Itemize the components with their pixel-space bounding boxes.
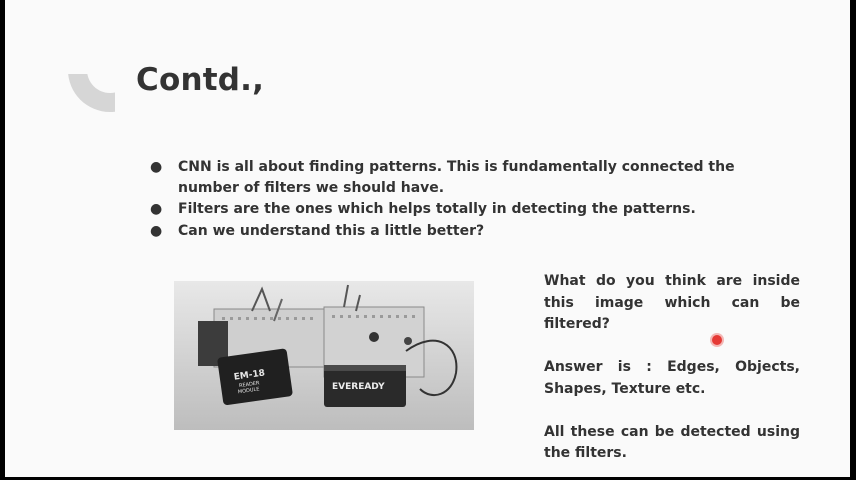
- bullet-item: ● CNN is all about finding patterns. Thi…: [150, 157, 778, 198]
- question-text: What do you think are inside this image …: [544, 273, 800, 332]
- bullet-text: CNN is all about finding patterns. This …: [178, 159, 735, 196]
- bullet-item: ● Can we understand this a little better…: [150, 221, 778, 242]
- bullet-dot-icon: ●: [150, 201, 163, 217]
- bullet-list: ● CNN is all about finding patterns. Thi…: [150, 157, 778, 242]
- answer-text: Answer is : Edges, Objects, Shapes, Text…: [544, 359, 800, 397]
- decorative-arc: [63, 74, 115, 121]
- bullet-dot-icon: ●: [150, 159, 163, 175]
- bullet-text: Can we understand this a little better?: [178, 222, 485, 239]
- bullet-text: Filters are the ones which helps totally…: [178, 201, 696, 217]
- slide: Contd., ● CNN is all about finding patte…: [5, 0, 850, 477]
- slide-title: Contd.,: [136, 62, 265, 98]
- laser-pointer-icon: [712, 335, 722, 345]
- side-text-block: What do you think are inside this image …: [544, 271, 800, 477]
- bullet-dot-icon: ●: [150, 222, 163, 239]
- circuit-photo: EM-18 READER MODULE EVEREADY: [174, 281, 474, 430]
- conclusion-text: All these can be detected using the filt…: [544, 423, 800, 462]
- bullet-item: ● Filters are the ones which helps total…: [150, 199, 778, 220]
- battery-label: EVEREADY: [332, 382, 385, 392]
